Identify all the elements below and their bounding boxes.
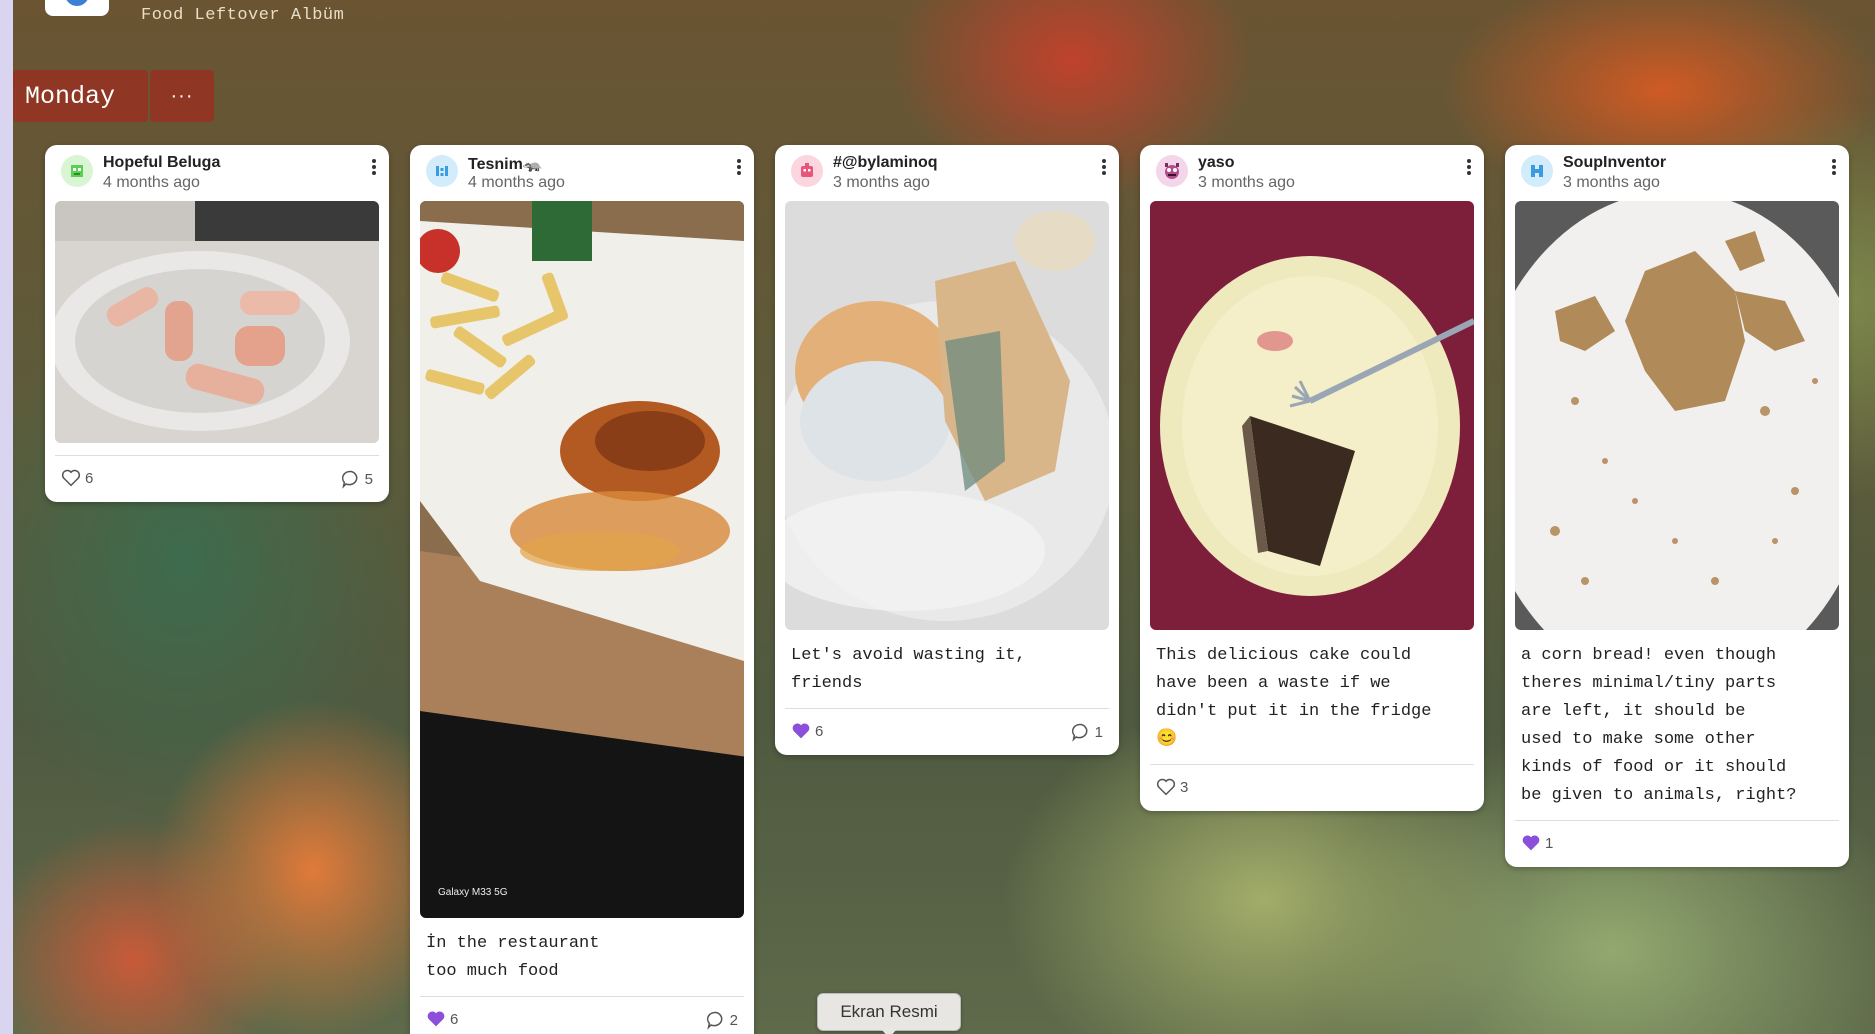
post-footer: 6 2	[410, 997, 754, 1034]
heart-filled-icon	[1522, 835, 1540, 851]
logo-icon	[65, 0, 89, 6]
app-logo[interactable]	[45, 0, 109, 16]
like-button[interactable]: 6	[61, 469, 93, 487]
column-menu-button[interactable]: ···	[150, 70, 214, 122]
comment-count: 5	[364, 470, 373, 488]
post-header: Tesnim🦡 4 months ago	[410, 145, 754, 201]
comments-button[interactable]: 1	[1071, 722, 1103, 742]
post-timestamp: 3 months ago	[833, 174, 930, 191]
post-username[interactable]: yaso	[1198, 154, 1234, 172]
post-caption: Let's avoid wasting it, friends	[791, 646, 1026, 693]
like-count: 6	[815, 722, 824, 740]
post-photo[interactable]	[1150, 201, 1474, 630]
post-photo[interactable]	[785, 201, 1109, 630]
tooltip: Ekran Resmi	[817, 993, 961, 1034]
like-count: 6	[450, 1010, 459, 1028]
more-options-icon[interactable]	[369, 157, 379, 179]
post-photo[interactable]: Galaxy M33 5G	[420, 201, 744, 918]
more-options-icon[interactable]	[734, 157, 744, 179]
more-options-icon[interactable]	[1829, 157, 1839, 179]
post-card[interactable]: #@bylaminoq 3 months ago Let's avoid was…	[775, 145, 1119, 755]
robot-icon[interactable]	[426, 155, 458, 187]
like-button[interactable]: 6	[426, 1010, 458, 1028]
post-footer: 6 1	[775, 709, 1119, 755]
like-count: 1	[1545, 834, 1554, 852]
post-timestamp: 3 months ago	[1563, 174, 1660, 191]
like-button[interactable]: 1	[1521, 834, 1553, 852]
more-options-icon[interactable]	[1464, 157, 1474, 179]
robot-icon[interactable]	[1521, 155, 1553, 187]
heart-outline-icon	[1156, 778, 1176, 796]
post-footer: 1	[1505, 821, 1849, 867]
post-card[interactable]: SoupInventor 3 months ago a corn bread! …	[1505, 145, 1849, 867]
monster-icon[interactable]	[1156, 155, 1188, 187]
comment-icon	[1071, 723, 1088, 742]
post-card[interactable]: Tesnim🦡 4 months ago Galaxy M33 5G İn th…	[410, 145, 754, 1034]
like-count: 3	[1180, 778, 1189, 796]
comment-count: 1	[1094, 723, 1103, 741]
comment-count: 2	[729, 1011, 738, 1029]
post-header: SoupInventor 3 months ago	[1505, 145, 1849, 201]
post-timestamp: 4 months ago	[103, 174, 200, 191]
robot-icon[interactable]	[791, 155, 823, 187]
comment-icon	[341, 470, 358, 489]
comment-icon	[706, 1011, 723, 1030]
post-footer: 3	[1140, 765, 1484, 811]
photo-watermark: Galaxy M33 5G	[438, 887, 508, 898]
post-caption: This delicious cake could have been a wa…	[1156, 646, 1432, 749]
post-username[interactable]: Hopeful Beluga	[103, 154, 220, 172]
post-photo[interactable]	[55, 201, 379, 443]
post-card[interactable]: Hopeful Beluga 4 months ago 6 5	[45, 145, 389, 502]
post-username[interactable]: #@bylaminoq	[833, 154, 938, 172]
album-board: Food Leftover Albüm Monday ··· Hopeful B…	[13, 0, 1875, 1034]
like-button[interactable]: 6	[791, 722, 823, 740]
post-username[interactable]: Tesnim🦡	[468, 154, 543, 174]
heart-outline-icon	[61, 469, 81, 487]
column-title-monday[interactable]: Monday	[13, 70, 148, 122]
alien-icon[interactable]	[61, 155, 93, 187]
comments-button[interactable]: 2	[706, 1010, 738, 1030]
post-header: Hopeful Beluga 4 months ago	[45, 145, 389, 201]
heart-filled-icon	[427, 1011, 445, 1027]
post-timestamp: 3 months ago	[1198, 174, 1295, 191]
post-card[interactable]: yaso 3 months ago This delicious cake co…	[1140, 145, 1484, 811]
album-title: Food Leftover Albüm	[141, 6, 345, 25]
heart-filled-icon	[792, 723, 810, 739]
like-count: 6	[85, 469, 94, 487]
post-caption: İn the restaurant too much food	[426, 934, 600, 981]
comments-button[interactable]: 5	[341, 469, 373, 489]
post-photo[interactable]	[1515, 201, 1839, 630]
post-caption: a corn bread! even though theres minimal…	[1521, 646, 1797, 805]
like-button[interactable]: 3	[1156, 778, 1188, 796]
more-options-icon[interactable]	[1099, 157, 1109, 179]
post-username[interactable]: SoupInventor	[1563, 154, 1666, 172]
post-header: #@bylaminoq 3 months ago	[775, 145, 1119, 201]
post-timestamp: 4 months ago	[468, 174, 565, 191]
post-header: yaso 3 months ago	[1140, 145, 1484, 201]
post-footer: 6 5	[45, 456, 389, 502]
